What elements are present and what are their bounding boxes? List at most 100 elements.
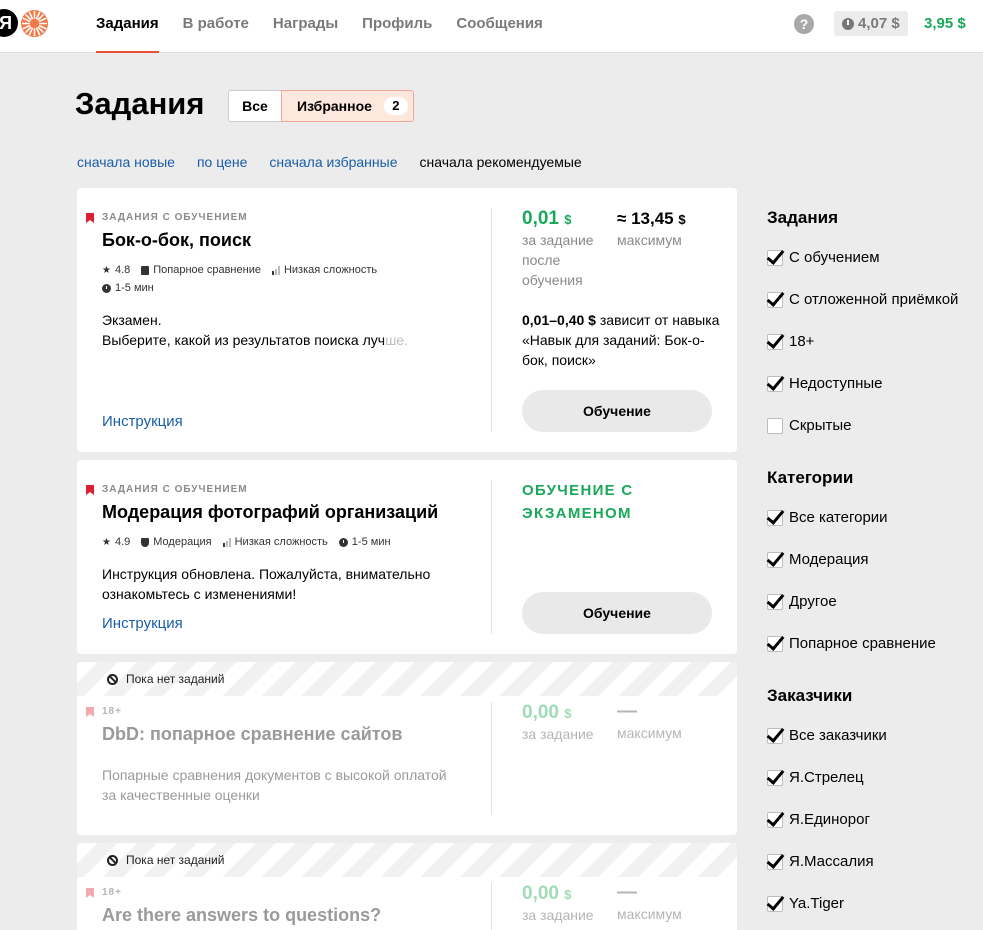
task-duration: 1-5 мин (351, 536, 391, 548)
filter-heading-tasks: Задания (767, 208, 838, 227)
filter-label: Модерация (789, 551, 869, 568)
filter-adult[interactable]: 18+ (767, 333, 814, 350)
currency: $ (564, 706, 572, 721)
checkbox[interactable] (767, 895, 783, 912)
nav-in-progress[interactable]: В работе (183, 0, 249, 53)
approx-sign: ≈ (617, 209, 627, 228)
filter-unavailable[interactable]: Недоступные (767, 375, 883, 392)
task-title[interactable]: Are there answers to questions? (102, 905, 381, 926)
filter-all-customers[interactable]: Все заказчики (767, 727, 887, 744)
currency: $ (564, 212, 572, 227)
price-label: за задание (522, 726, 594, 742)
filter-label: Ya.Tiger (789, 895, 845, 912)
checkbox[interactable] (767, 417, 783, 434)
nav-messages[interactable]: Сообщения (456, 0, 542, 53)
toloka-sun-logo-icon[interactable] (20, 9, 49, 38)
checkbox[interactable] (767, 551, 783, 568)
task-description: Инструкция обновлена. Пожалуйста, внимат… (102, 566, 431, 602)
task-card[interactable]: ЗАДАНИЯ С ОБУЧЕНИЕМ Бок-о-бок, поиск ★ 4.… (77, 188, 737, 452)
moderation-icon (141, 537, 150, 547)
filter-category-other[interactable]: Другое (767, 593, 837, 610)
filter-category-moderation[interactable]: Модерация (767, 551, 869, 568)
no-tasks-notice: Пока нет заданий (107, 672, 224, 686)
checkbox[interactable] (767, 509, 783, 526)
task-price-value: 0,00 (522, 702, 559, 723)
filter-label: Я.Стрелец (789, 769, 864, 786)
card-divider (491, 883, 492, 930)
task-rating: 4.9 (114, 536, 131, 548)
task-description-line: Выберите, какой из результатов поиска лу… (102, 330, 432, 350)
checkbox[interactable] (767, 333, 783, 350)
bookmark-icon[interactable] (86, 888, 94, 898)
checkbox[interactable] (767, 635, 783, 652)
bookmark-icon[interactable] (86, 213, 94, 223)
sort-favorites-first[interactable]: сначала избранные (269, 154, 397, 170)
filter-label: Другое (789, 593, 837, 610)
filter-all-button[interactable]: Все (228, 90, 281, 122)
filter-category-pairwise[interactable]: Попарное сравнение (767, 635, 936, 652)
training-button[interactable]: Обучение (522, 390, 712, 432)
checkbox[interactable] (767, 375, 783, 392)
sort-by-price[interactable]: по цене (197, 154, 247, 170)
checkbox[interactable] (767, 811, 783, 828)
task-description: Экзамен. Выберите, какой из результатов … (102, 310, 432, 350)
clock-icon (102, 283, 111, 293)
filter-delayed-acceptance[interactable]: С отложенной приёмкой (767, 291, 958, 308)
max-earnings: ≈ 13,45 $ (617, 209, 686, 229)
bookmark-icon[interactable] (86, 485, 94, 495)
filter-all-categories[interactable]: Все категории (767, 509, 888, 526)
task-category: Попарное сравнение (153, 264, 261, 276)
filter-label: Я.Массалия (789, 853, 874, 870)
filter-customer-massalia[interactable]: Я.Массалия (767, 853, 874, 870)
max-earnings-value: 13,45 (631, 209, 674, 228)
checkbox[interactable] (767, 249, 783, 266)
instruction-link[interactable]: Инструкция (102, 413, 183, 430)
checkbox[interactable] (767, 291, 783, 308)
checkbox[interactable] (767, 853, 783, 870)
filter-customer-strelets[interactable]: Я.Стрелец (767, 769, 864, 786)
filter-favorites-button[interactable]: Избранное 2 (281, 90, 414, 122)
task-card[interactable]: ЗАДАНИЯ С ОБУЧЕНИЕМ Модерация фотографий… (77, 460, 737, 654)
nav-profile[interactable]: Профиль (362, 0, 432, 53)
checkbox[interactable] (767, 769, 783, 786)
training-button[interactable]: Обучение (522, 592, 712, 634)
task-kicker: 18+ (102, 887, 122, 898)
sort-recommended: сначала рекомендуемые (419, 154, 582, 170)
favorites-count-badge: 2 (383, 97, 408, 115)
task-card-unavailable[interactable]: Пока нет заданий 18+ Are there answers t… (77, 843, 737, 930)
filter-with-training[interactable]: С обучением (767, 249, 880, 266)
filter-toggle: Все Избранное 2 (228, 90, 414, 122)
task-price-value: 0,00 (522, 883, 559, 904)
task-rating: 4.8 (114, 264, 131, 276)
checkbox[interactable] (767, 593, 783, 610)
filter-label: Все категории (789, 509, 888, 526)
task-title[interactable]: Бок-о-бок, поиск (102, 230, 251, 251)
task-title[interactable]: DbD: попарное сравнение сайтов (102, 724, 402, 745)
filter-label: Все заказчики (789, 727, 887, 744)
card-divider (491, 480, 492, 634)
task-price-value: 0,01 (522, 208, 559, 229)
task-card-unavailable[interactable]: Пока нет заданий 18+ DbD: попарное сравн… (77, 662, 737, 835)
checkbox[interactable] (767, 727, 783, 744)
task-title[interactable]: Модерация фотографий организаций (102, 502, 438, 523)
instruction-link[interactable]: Инструкция (102, 615, 183, 632)
pending-balance[interactable]: 4,07 $ (834, 11, 908, 36)
clock-icon (842, 17, 854, 30)
sort-options: сначала новые по цене сначала избранные … (77, 154, 582, 170)
help-icon[interactable]: ? (794, 14, 814, 34)
yandex-logo[interactable]: Я (0, 9, 18, 37)
task-description-text: Выберите, какой из результатов поиска лу… (102, 332, 386, 348)
filter-customer-edinorog[interactable]: Я.Единорог (767, 811, 870, 828)
task-category: Модерация (153, 536, 212, 548)
sort-newest[interactable]: сначала новые (77, 154, 175, 170)
filter-hidden[interactable]: Скрытые (767, 417, 852, 434)
nav-tasks[interactable]: Задания (96, 0, 159, 53)
balance[interactable]: 3,95 $ (924, 11, 966, 36)
filter-customer-tiger[interactable]: Ya.Tiger (767, 895, 844, 912)
nav-rewards[interactable]: Награды (273, 0, 338, 53)
filter-label: С отложенной приёмкой (789, 291, 959, 308)
filter-label: 18+ (789, 333, 815, 350)
main-nav: Задания В работе Награды Профиль Сообщен… (96, 0, 543, 53)
star-icon: ★ (102, 536, 111, 548)
bookmark-icon[interactable] (86, 707, 94, 717)
